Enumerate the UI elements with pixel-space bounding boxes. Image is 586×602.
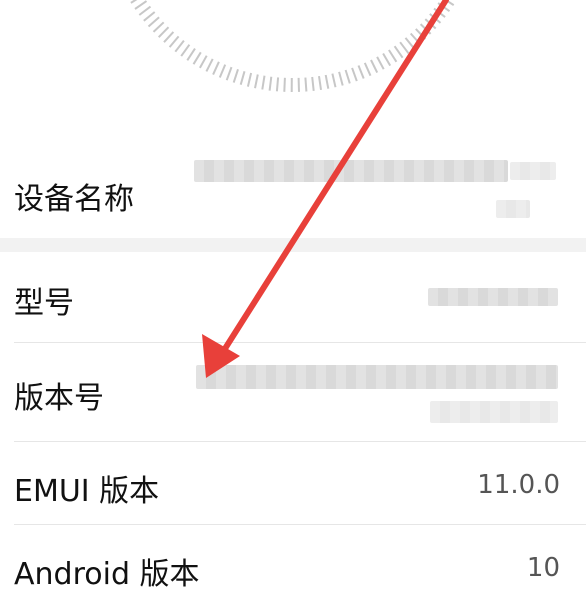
dial-tick: [370, 59, 379, 74]
model-label: 型号: [14, 286, 74, 321]
build-number-row[interactable]: 版本号: [0, 343, 586, 441]
dial-tick: [130, 0, 138, 4]
dial-tick: [246, 72, 253, 87]
dial-tick: [186, 48, 196, 61]
dial-tick: [388, 49, 398, 63]
dial-tick: [275, 77, 280, 92]
dial-tick: [415, 28, 427, 40]
dial-tick: [429, 13, 442, 24]
dial-tick: [419, 23, 432, 35]
dial-tick: [376, 56, 385, 70]
device-name-redacted-value: [194, 160, 508, 182]
device-name-row[interactable]: 设备名称: [0, 130, 586, 238]
storage-dial: [130, 0, 455, 93]
dial-tick: [357, 65, 365, 79]
dial-tick: [199, 55, 208, 69]
dial-tick: [147, 16, 160, 28]
model-row[interactable]: 型号: [0, 252, 586, 342]
dial-tick: [157, 26, 170, 38]
dial-tick: [331, 73, 337, 88]
dial-tick: [318, 75, 322, 91]
dial-tick: [180, 44, 191, 57]
build-number-label: 版本号: [14, 381, 104, 416]
dial-tick: [168, 35, 180, 48]
dial-tick: [409, 32, 421, 45]
dial-tick: [324, 74, 330, 89]
dial-tick: [404, 37, 416, 50]
dial-tick: [138, 5, 152, 16]
emui-version-row[interactable]: EMUI 版本 11.0.0: [0, 442, 586, 524]
dial-tick: [382, 52, 392, 67]
device-name-redacted-value-3: [496, 200, 530, 218]
dial-tick: [399, 41, 410, 54]
dial-tick: [393, 45, 404, 59]
dial-tick: [437, 2, 451, 13]
dial-tick: [218, 64, 227, 78]
dial-tick: [304, 77, 308, 92]
dial-tick: [174, 39, 185, 53]
dial-tick: [134, 0, 148, 10]
dial-tick: [443, 0, 455, 6]
dial-tick: [424, 18, 437, 30]
dial-tick: [254, 74, 259, 89]
dial-tick: [192, 51, 202, 65]
dial-tick: [344, 69, 351, 84]
dial-tick: [363, 62, 372, 77]
dial-tick: [351, 67, 358, 82]
model-redacted-value: [428, 288, 558, 306]
dial-tick: [261, 75, 266, 90]
build-number-redacted-value-2: [430, 401, 558, 423]
dial-tick: [205, 58, 214, 72]
android-version-value: 10: [526, 553, 560, 583]
dial-tick: [311, 76, 315, 92]
android-version-label: Android 版本: [14, 557, 200, 592]
dial-tick: [152, 21, 165, 33]
android-version-row[interactable]: Android 版本 10: [0, 525, 586, 602]
dial-tick: [212, 61, 220, 76]
dial-tick: [225, 66, 233, 81]
section-gap: [0, 238, 586, 252]
dial-tick: [338, 71, 344, 86]
dial-tick: [268, 76, 273, 91]
dial-tick: [433, 7, 446, 18]
dial-tick: [283, 77, 286, 92]
device-name-redacted-value-2: [510, 162, 556, 180]
dial-tick: [232, 68, 239, 83]
dial-tick: [239, 71, 246, 85]
build-number-redacted-value: [196, 365, 558, 389]
dial-tick: [163, 31, 175, 43]
device-name-label: 设备名称: [14, 182, 134, 217]
dial-tick: [143, 11, 156, 22]
emui-version-label: EMUI 版本: [14, 474, 160, 509]
emui-version-value: 11.0.0: [477, 470, 560, 500]
